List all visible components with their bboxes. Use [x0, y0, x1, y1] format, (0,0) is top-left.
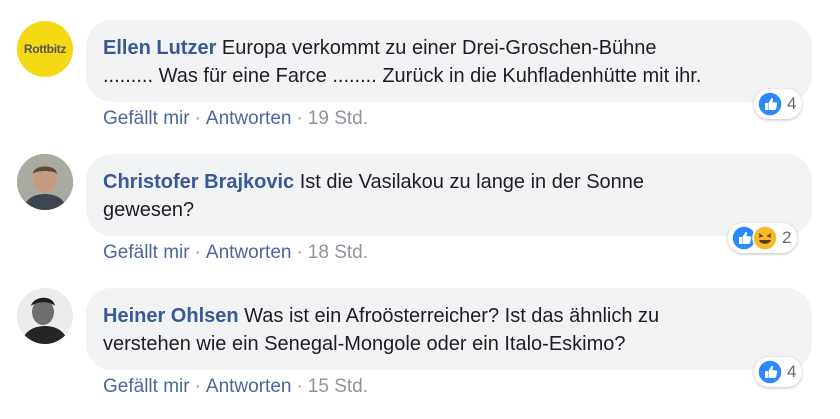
haha-icon: [752, 225, 778, 251]
separator: ·: [296, 108, 303, 129]
reply-link[interactable]: Antworten: [206, 376, 292, 397]
like-icon: [757, 91, 783, 117]
comment-text: Europa verkommt zu einer Drei-Groschen-B…: [221, 37, 657, 59]
like-link[interactable]: Gefällt mir: [103, 108, 190, 129]
timestamp[interactable]: 19 Std.: [308, 108, 368, 129]
avatar-photo: [17, 154, 73, 210]
comment-bubble: Christofer Brajkovic Ist die Vasilakou z…: [86, 154, 812, 236]
comment-text: Was ist ein Afroösterreicher? Ist das äh…: [244, 305, 660, 327]
reactions-summary[interactable]: 2: [728, 223, 798, 253]
like-link[interactable]: Gefällt mir: [103, 376, 190, 397]
author-name[interactable]: Ellen Lutzer: [103, 37, 216, 59]
avatar[interactable]: Rottbitz: [17, 21, 73, 77]
comment-text-continued: verstehen wie ein Senegal-Mongole oder e…: [103, 333, 626, 355]
comment-actions: Gefällt mir · Antworten · 19 Std.: [103, 108, 368, 130]
reaction-count: 2: [782, 228, 792, 247]
separator: ·: [194, 108, 201, 129]
comment-bubble: Heiner Ohlsen Was ist ein Afroösterreich…: [86, 288, 812, 370]
comment-actions: Gefällt mir · Antworten · 15 Std.: [103, 376, 368, 398]
comment-bubble: Ellen Lutzer Europa verkommt zu einer Dr…: [86, 20, 812, 102]
like-link[interactable]: Gefällt mir: [103, 242, 190, 263]
avatar[interactable]: [17, 288, 73, 344]
reactions-summary[interactable]: 4: [754, 89, 803, 119]
comment-actions: Gefällt mir · Antworten · 18 Std.: [103, 242, 368, 264]
comment-text-continued: ......... Was für eine Farce ........ Zu…: [103, 65, 702, 87]
author-name[interactable]: Christofer Brajkovic: [103, 171, 294, 193]
author-name[interactable]: Heiner Ohlsen: [103, 305, 239, 327]
like-icon: [757, 359, 783, 385]
separator: ·: [194, 242, 201, 263]
reactions-summary[interactable]: 4: [754, 357, 803, 387]
comment-text: Ist die Vasilakou zu lange in der Sonne: [299, 171, 645, 193]
separator: ·: [194, 376, 201, 397]
comment-text-continued: gewesen?: [103, 199, 195, 221]
reply-link[interactable]: Antworten: [206, 108, 292, 129]
timestamp[interactable]: 15 Std.: [308, 376, 368, 397]
separator: ·: [296, 376, 303, 397]
reaction-count: 4: [787, 362, 797, 381]
avatar-text: Rottbitz: [23, 42, 67, 56]
timestamp[interactable]: 18 Std.: [308, 242, 368, 263]
reply-link[interactable]: Antworten: [206, 242, 292, 263]
avatar[interactable]: [17, 154, 73, 210]
separator: ·: [296, 242, 303, 263]
avatar-photo: [17, 288, 73, 344]
reaction-count: 4: [787, 94, 797, 113]
